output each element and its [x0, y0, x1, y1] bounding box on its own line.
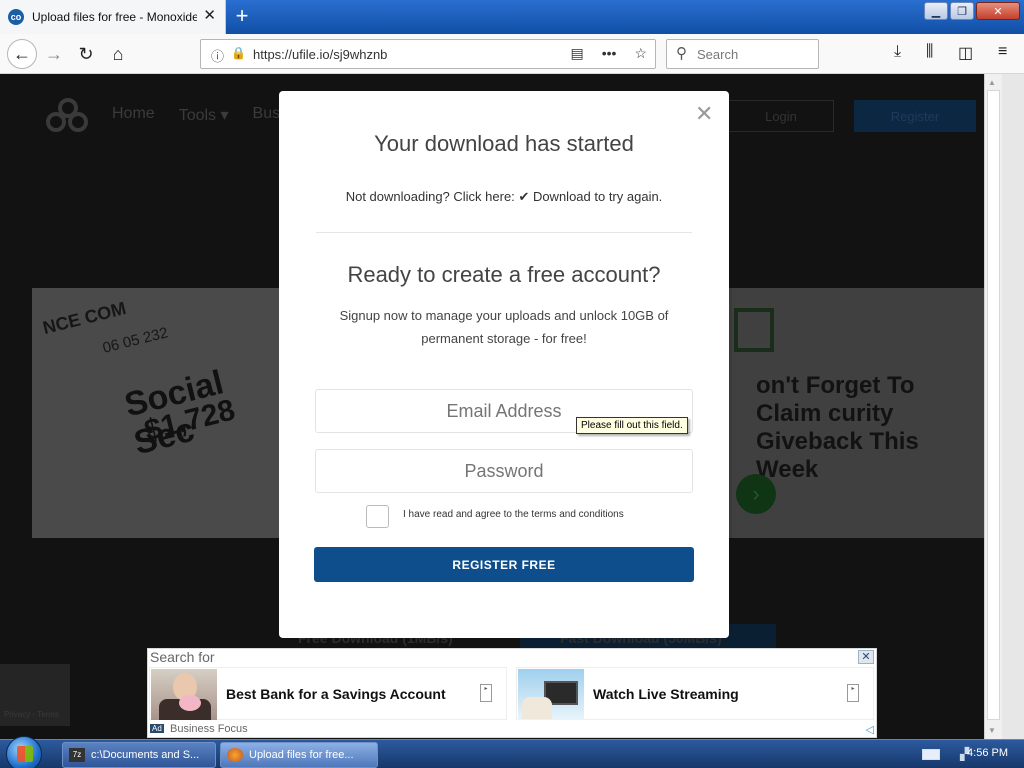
ad-thumbnail	[518, 669, 584, 720]
firefox-icon	[227, 748, 243, 762]
site-logo-icon[interactable]	[46, 98, 92, 134]
taskbar: 7z c:\Documents and S... Upload files fo…	[0, 736, 1024, 768]
page-actions-icon[interactable]: •••	[602, 45, 617, 62]
arrow-right-icon[interactable]: ›	[736, 474, 776, 514]
page-scrollbar[interactable]: ▲ ▼	[984, 74, 1002, 739]
browser-navbar: ← → ↻ ⌂ ⓘ 🔒 https://ufile.io/sj9whznb ▤ …	[0, 34, 1024, 74]
browser-tab[interactable]: co Upload files for free - Monoxide ✕	[0, 0, 226, 34]
forward-button[interactable]: →	[42, 42, 66, 66]
windows-logo-icon	[17, 746, 33, 762]
start-button[interactable]	[6, 736, 42, 768]
lock-icon[interactable]: 🔒	[231, 46, 246, 60]
site-nav: Home Tools ▾ Busi	[112, 105, 284, 125]
clock[interactable]: 4:56 PM	[967, 747, 1008, 759]
reader-view-icon[interactable]: ▤	[570, 45, 583, 62]
taskbar-firefox-button[interactable]: Upload files for free...	[220, 742, 378, 768]
site-login-button[interactable]: Login	[728, 100, 834, 132]
ad-arrow-icon[interactable]: ▸	[847, 684, 859, 702]
ad-item-bank[interactable]: Best Bank for a Savings Account ▸	[149, 667, 507, 720]
modal-title: Your download has started	[374, 131, 634, 156]
downloads-icon[interactable]: ⤓	[894, 43, 901, 61]
ad-check-image: NCE COM 06 05 232 Social Sec $1,728	[32, 288, 280, 538]
bottom-ad-banner: Search for ✕ Best Bank for a Savings Acc…	[147, 648, 877, 738]
site-nav-tools[interactable]: Tools ▾	[179, 105, 229, 125]
maximize-button[interactable]: ❐	[950, 2, 974, 20]
ad-item-label[interactable]: Watch Live Streaming	[593, 686, 739, 702]
7zip-icon: 7z	[69, 748, 85, 762]
site-nav-home[interactable]: Home	[112, 105, 155, 125]
taskbar-button-label: Upload files for free...	[249, 749, 354, 761]
ad-thumbnail	[151, 669, 217, 720]
scroll-up-arrow-icon[interactable]: ▲	[988, 78, 996, 87]
download-modal: ✕ Your download has started Not download…	[279, 91, 729, 638]
retry-prefix: Not downloading? Click here:	[345, 189, 515, 204]
bookmark-star-icon[interactable]: ☆	[634, 45, 647, 62]
keyboard-icon[interactable]	[922, 749, 940, 760]
scroll-thumb[interactable]	[987, 90, 1000, 720]
adchoices-icon[interactable]: ◁	[866, 723, 874, 736]
ad-footer: Ad Business Focus ◁	[148, 722, 876, 738]
new-tab-button[interactable]: +	[230, 3, 254, 29]
ad-close-icon[interactable]: ✕	[858, 650, 874, 664]
library-icon[interactable]: ⫼	[926, 43, 933, 61]
ad-check-text: 06 05 232	[100, 324, 170, 357]
download-retry-line: Not downloading? Click here: ✔ Download …	[279, 189, 729, 205]
taskbar-explorer-button[interactable]: 7z c:\Documents and S...	[62, 742, 216, 768]
scroll-down-arrow-icon[interactable]: ▼	[988, 726, 996, 735]
retry-download-link[interactable]: ✔ Download to try again.	[518, 189, 662, 204]
ad-source[interactable]: Business Focus	[170, 723, 248, 735]
search-placeholder: Search	[697, 47, 739, 62]
minimize-button[interactable]: ▁	[924, 2, 948, 20]
modal-divider	[316, 232, 692, 233]
taskbar-button-label: c:\Documents and S...	[91, 749, 200, 761]
ad-item-label[interactable]: Best Bank for a Savings Account	[226, 686, 446, 702]
back-button[interactable]: ←	[7, 39, 37, 69]
ad-check-text: NCE COM	[40, 298, 129, 338]
validation-tooltip: Please fill out this field.	[576, 417, 688, 434]
info-icon[interactable]: ⓘ	[211, 46, 224, 65]
ad-headline: on't Forget To Claim curity Giveback Thi…	[756, 372, 919, 483]
ad-badge: Ad	[150, 724, 164, 733]
search-icon: ⚲	[676, 45, 687, 62]
close-window-button[interactable]: ✕	[976, 2, 1020, 20]
register-free-button[interactable]: REGISTER FREE	[314, 547, 694, 582]
sidebar-icon[interactable]: ◫	[958, 43, 973, 63]
signup-title: Ready to create a free account?	[347, 262, 661, 287]
tab-title: Upload files for free - Monoxide	[32, 10, 197, 24]
tab-close-icon[interactable]: ✕	[203, 8, 216, 24]
url-text[interactable]: https://ufile.io/sj9whznb	[253, 47, 387, 62]
ad-arrow-icon[interactable]: ▸	[480, 684, 492, 702]
reload-button[interactable]: ↻	[74, 42, 98, 66]
recaptcha-badge[interactable]: Privacy - Terms	[0, 664, 70, 726]
ad-item-streaming[interactable]: Watch Live Streaming ▸	[516, 667, 874, 720]
signup-description: Signup now to manage your uploads and un…	[339, 308, 669, 346]
browser-tab-bar: co Upload files for free - Monoxide ✕ + …	[0, 0, 1024, 34]
search-bar[interactable]: ⚲ Search	[666, 39, 819, 69]
site-register-button[interactable]: Register	[854, 100, 976, 132]
terms-label[interactable]: I have read and agree to the terms and c…	[403, 509, 624, 520]
ad-search-for-label: Search for	[150, 649, 215, 665]
password-field[interactable]	[315, 449, 693, 493]
window-controls: ▁ ❐ ✕	[924, 2, 1020, 20]
recaptcha-text: Privacy - Terms	[4, 710, 59, 719]
site-favicon-icon: co	[8, 9, 24, 25]
window-edge	[1002, 74, 1024, 739]
menu-icon[interactable]: ≡	[998, 43, 1007, 61]
url-bar[interactable]: ⓘ 🔒 https://ufile.io/sj9whznb ▤ ••• ☆	[200, 39, 656, 69]
modal-close-icon[interactable]: ✕	[695, 103, 713, 125]
system-tray: ▞ 4:56 PM	[884, 740, 1024, 768]
terms-checkbox[interactable]	[366, 505, 389, 528]
checkmark-icon	[734, 308, 774, 352]
home-button[interactable]: ⌂	[106, 42, 130, 66]
